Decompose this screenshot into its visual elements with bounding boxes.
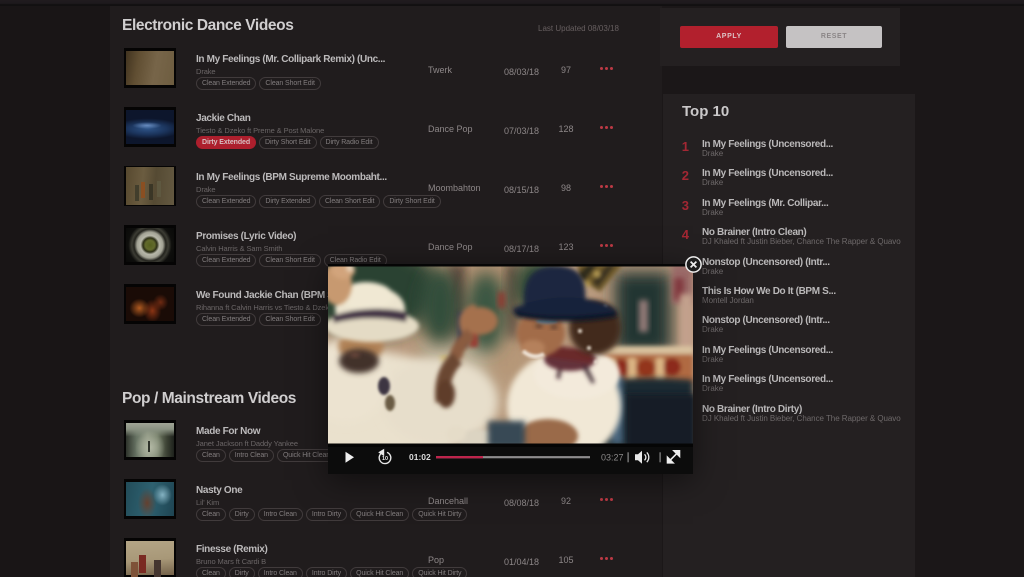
svg-text:01:02: 01:02 — [409, 452, 431, 462]
svg-text:03:27: 03:27 — [601, 452, 624, 462]
svg-text:10: 10 — [382, 456, 388, 462]
